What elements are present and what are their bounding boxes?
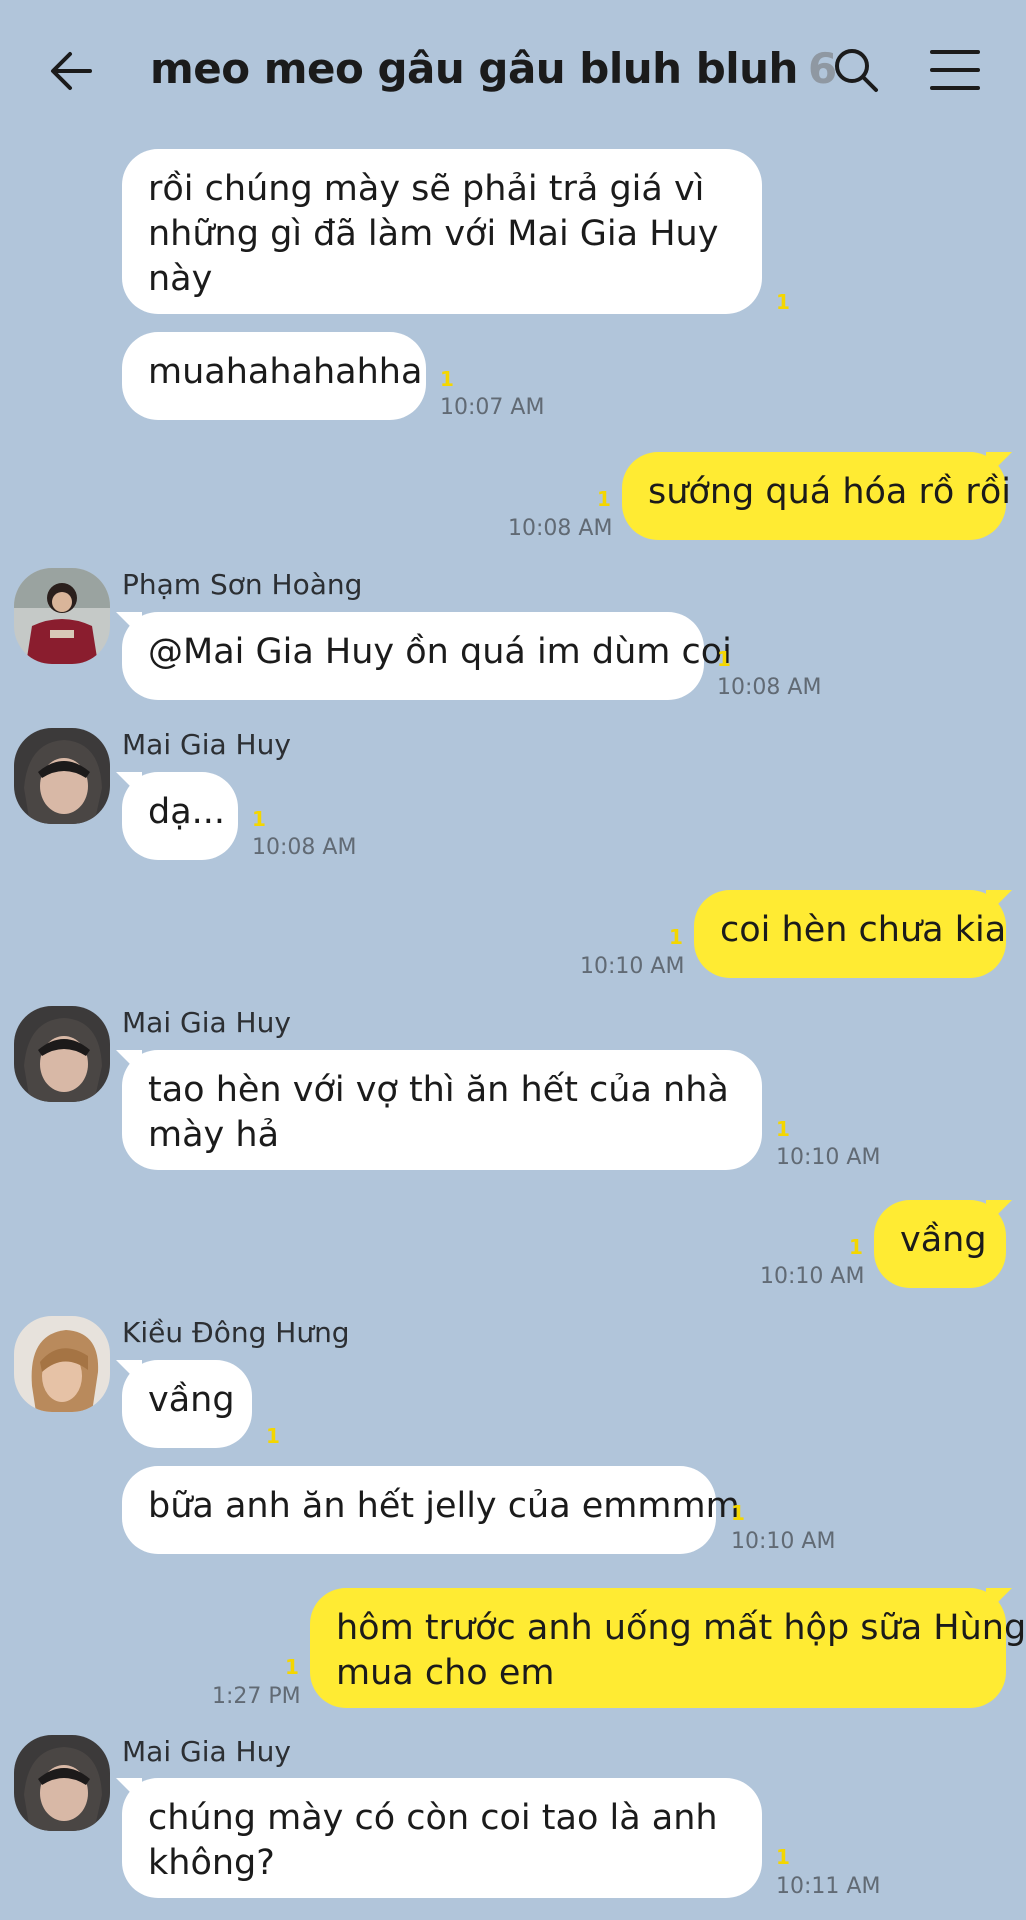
message-line: mua cho em: [336, 1653, 555, 1693]
timestamp: 10:08 AM: [252, 835, 357, 860]
avatar[interactable]: [14, 568, 110, 664]
avatar[interactable]: [14, 1735, 110, 1831]
avatar-image: [14, 568, 110, 664]
unread-count: 1: [597, 487, 611, 511]
sender-name: Phạm Sơn Hoàng: [122, 568, 363, 601]
unread-count: 1: [266, 1424, 280, 1448]
message-bubble[interactable]: chúng mày có còn coi tao là anh không?: [122, 1778, 762, 1898]
unread-count: 1: [717, 647, 731, 671]
message-line: không?: [148, 1843, 275, 1883]
unread-count: 1: [776, 1117, 790, 1141]
hamburger-menu-icon[interactable]: [930, 48, 980, 92]
unread-count: 1: [252, 807, 266, 831]
avatar[interactable]: [14, 1316, 110, 1412]
message-line: hôm trước anh uống mất hộp sữa Hùng: [336, 1608, 1026, 1648]
chat-title: meo meo gâu gâu bluh bluh 6: [150, 44, 837, 93]
timestamp: 10:10 AM: [731, 1529, 836, 1554]
message-line: những gì đã làm với Mai Gia Huy: [148, 214, 719, 254]
message-bubble[interactable]: @Mai Gia Huy ồn quá im dùm coi: [122, 612, 732, 700]
avatar-image: [14, 1316, 110, 1412]
search-icon[interactable]: [832, 46, 880, 94]
timestamp: 1:27 PM: [212, 1684, 301, 1709]
message-line: dạ...: [148, 792, 226, 832]
message-bubble[interactable]: coi hèn chưa kia: [694, 890, 1006, 978]
sender-name: Mai Gia Huy: [122, 1735, 291, 1768]
message-line: mày hả: [148, 1115, 280, 1155]
timestamp: 10:10 AM: [580, 954, 685, 979]
timestamp: 10:10 AM: [776, 1145, 881, 1170]
message-bubble[interactable]: rồi chúng mày sẽ phải trả giá vì những g…: [122, 149, 762, 314]
avatar-image: [14, 1735, 110, 1831]
sender-name: Kiều Đông Hưng: [122, 1316, 350, 1349]
avatar-image: [14, 1006, 110, 1102]
sender-name: Mai Gia Huy: [122, 728, 291, 761]
message-bubble[interactable]: hôm trước anh uống mất hộp sữa Hùng mua …: [310, 1588, 1026, 1708]
message-line: vầng: [900, 1220, 987, 1260]
chat-header: meo meo gâu gâu bluh bluh 6: [0, 0, 1026, 140]
message-bubble[interactable]: dạ...: [122, 772, 238, 860]
timestamp: 10:11 AM: [776, 1874, 881, 1899]
timestamp: 10:10 AM: [760, 1264, 865, 1289]
message-bubble[interactable]: sướng quá hóa rồ rồi: [622, 452, 1011, 540]
message-bubble[interactable]: vầng: [874, 1200, 1006, 1288]
message-line: coi hèn chưa kia: [720, 910, 1007, 950]
message-line: rồi chúng mày sẽ phải trả giá vì: [148, 169, 705, 209]
unread-count: 1: [285, 1655, 299, 1679]
avatar-image: [14, 728, 110, 824]
unread-count: 1: [849, 1235, 863, 1259]
message-bubble[interactable]: tao hèn với vợ thì ăn hết của nhà mày hả: [122, 1050, 762, 1170]
chat-title-text: meo meo gâu gâu bluh bluh: [150, 44, 798, 93]
message-line: @Mai Gia Huy ồn quá im dùm coi: [148, 632, 732, 672]
unread-count: 1: [776, 290, 790, 314]
message-bubble[interactable]: bữa anh ăn hết jelly của emmmm: [122, 1466, 740, 1554]
message-bubble[interactable]: muahahahahha: [122, 332, 426, 420]
message-line: này: [148, 259, 213, 299]
arrow-left-icon[interactable]: [48, 48, 94, 94]
message-line: vầng: [148, 1380, 235, 1420]
timestamp: 10:08 AM: [717, 675, 822, 700]
message-line: sướng quá hóa rồ rồi: [648, 472, 1011, 512]
unread-count: 1: [776, 1845, 790, 1869]
message-bubble[interactable]: vầng: [122, 1360, 252, 1448]
message-line: chúng mày có còn coi tao là anh: [148, 1798, 718, 1838]
message-line: tao hèn với vợ thì ăn hết của nhà: [148, 1070, 729, 1110]
unread-count: 1: [440, 367, 454, 391]
sender-name: Mai Gia Huy: [122, 1006, 291, 1039]
timestamp: 10:07 AM: [440, 395, 545, 420]
timestamp: 10:08 AM: [508, 516, 613, 541]
avatar[interactable]: [14, 728, 110, 824]
unread-count: 1: [669, 925, 683, 949]
unread-count: 1: [731, 1501, 745, 1525]
avatar[interactable]: [14, 1006, 110, 1102]
message-line: muahahahahha: [148, 352, 423, 392]
message-line: bữa anh ăn hết jelly của emmmm: [148, 1486, 740, 1526]
